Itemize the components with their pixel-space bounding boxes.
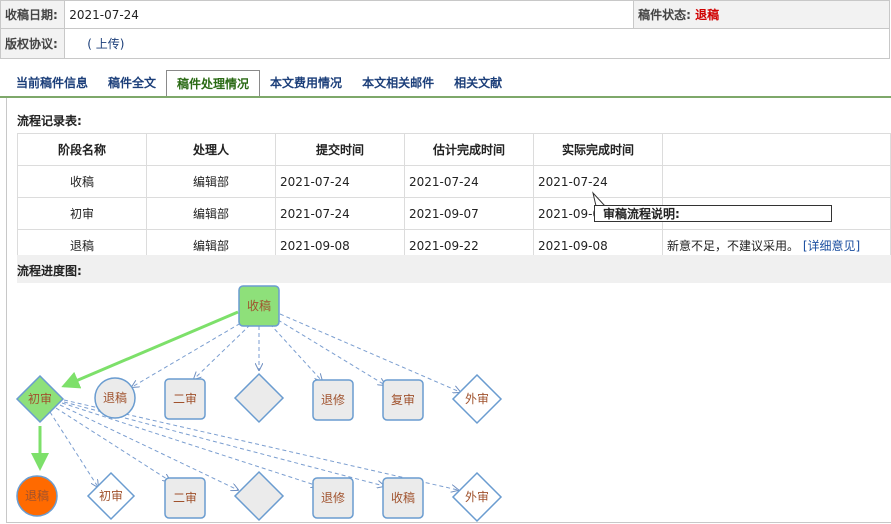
node-tuigao-2[interactable]: 退稿 — [16, 475, 58, 517]
node-ershen-1[interactable]: 二审 — [164, 378, 206, 420]
node-tuixiu-2[interactable]: 退修 — [312, 477, 354, 519]
node-waishen-1[interactable]: 外审 — [451, 373, 503, 425]
svg-text:二审: 二审 — [173, 490, 197, 505]
node-tuixiu-1[interactable]: 退修 — [312, 379, 354, 421]
svg-text:退修: 退修 — [321, 490, 345, 505]
svg-text:退稿: 退稿 — [25, 488, 49, 503]
node-shougao-2[interactable]: 收稿 — [382, 477, 424, 519]
node-ershen-2[interactable]: 二审 — [164, 477, 206, 519]
svg-text:收稿: 收稿 — [247, 298, 271, 313]
node-shougao-top[interactable]: 收稿 — [238, 285, 280, 327]
node-decision-1[interactable] — [233, 372, 285, 424]
svg-text:外审: 外审 — [465, 391, 489, 406]
active-path-to-chushen — [61, 310, 239, 389]
node-chushen-2[interactable]: 初审 — [86, 471, 136, 521]
node-fushen[interactable]: 复审 — [382, 379, 424, 421]
svg-text:初审: 初审 — [99, 488, 123, 503]
svg-text:收稿: 收稿 — [391, 490, 415, 505]
svg-text:二审: 二审 — [173, 391, 197, 406]
svg-text:退修: 退修 — [321, 392, 345, 407]
svg-text:复审: 复审 — [391, 392, 415, 407]
svg-text:退稿: 退稿 — [103, 390, 127, 405]
node-tuigao-1[interactable]: 退稿 — [94, 377, 136, 419]
node-chushen[interactable]: 初审 — [15, 374, 65, 424]
svg-text:初审: 初审 — [28, 391, 52, 406]
node-waishen-2[interactable]: 外审 — [451, 471, 503, 523]
flow-progress-graph: 收稿 初审 退稿 二审 退修 复审 外审 退稿 初审 二审 退修 收稿 外审 — [15, 285, 503, 523]
node-decision-2[interactable] — [233, 470, 285, 522]
svg-text:外审: 外审 — [465, 489, 489, 504]
